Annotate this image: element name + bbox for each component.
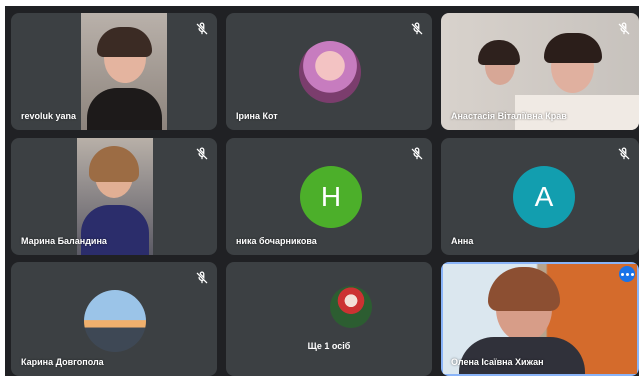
participant-photo-avatar — [299, 41, 361, 103]
participant-name: Анна — [451, 236, 474, 246]
participant-letter-avatar: А — [513, 166, 575, 228]
participant-tile-anastasiia[interactable]: Анастасія Віталіївна Крав — [441, 13, 639, 130]
participant-overflow-tile[interactable]: Ще 1 осіб — [226, 262, 432, 376]
screen-edge-left — [0, 0, 5, 376]
screen-edge-top — [0, 0, 639, 6]
participant-tile-maryna[interactable]: Марина Баландина — [11, 138, 217, 255]
overflow-participant-photo — [330, 286, 372, 328]
mic-off-icon — [411, 147, 423, 160]
participant-name: Ірина Кот — [236, 111, 278, 121]
participant-letter-avatar: Н — [300, 166, 362, 228]
participant-name: revoluk yana — [21, 111, 77, 121]
overflow-label: Ще 1 осіб — [307, 341, 351, 351]
participant-tile-anna[interactable]: А Анна — [441, 138, 639, 255]
mic-off-icon — [196, 147, 208, 160]
participant-name: Карина Довгопола — [21, 357, 104, 367]
mic-off-icon — [411, 22, 423, 35]
participant-tile-karyna[interactable]: Карина Довгопола — [11, 262, 217, 376]
participant-tile-nyka[interactable]: Н ника бочарникова — [226, 138, 432, 255]
mic-off-icon — [618, 147, 630, 160]
mic-off-icon — [618, 22, 630, 35]
mic-off-icon — [196, 22, 208, 35]
participant-name: Анастасія Віталіївна Крав — [451, 111, 567, 121]
participant-tile-iryna-kot[interactable]: Ірина Кот — [226, 13, 432, 130]
mic-off-icon — [196, 271, 208, 284]
participant-name: Марина Баландина — [21, 236, 107, 246]
participant-tile-revoluk-yana[interactable]: revoluk yana — [11, 13, 217, 130]
participant-photo-avatar — [84, 290, 146, 352]
participant-video — [81, 13, 167, 130]
more-options-icon[interactable] — [619, 266, 635, 282]
participant-tile-olena[interactable]: Олена Ісаївна Хижан — [441, 262, 639, 376]
participant-name: ника бочарникова — [236, 236, 317, 246]
participant-name: Олена Ісаївна Хижан — [451, 357, 544, 367]
